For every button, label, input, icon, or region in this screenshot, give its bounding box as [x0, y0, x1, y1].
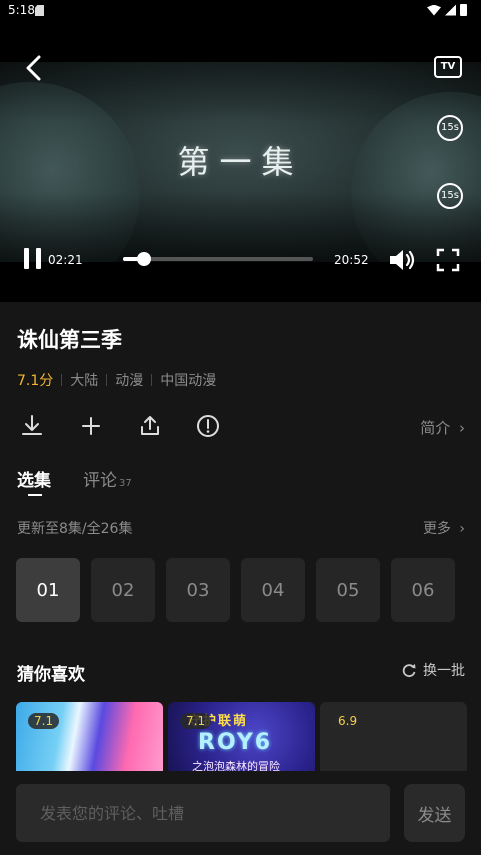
- tab-bar: 选集 评论 37: [17, 466, 164, 496]
- episode-button[interactable]: 02: [91, 558, 155, 622]
- send-button[interactable]: 发送: [404, 784, 465, 842]
- update-status: 更新至8集/全26集: [17, 521, 133, 537]
- total-time: 20:52: [334, 253, 369, 267]
- card-rating: 7.1: [28, 713, 60, 729]
- episode-title-overlay: 第一集: [177, 143, 304, 181]
- tab-comments[interactable]: 评论 37: [83, 466, 132, 491]
- comment-bar: 发送: [0, 771, 481, 855]
- tab-episodes[interactable]: 选集: [17, 466, 51, 496]
- episode-list: 01 02 03 04 05 06: [16, 558, 455, 622]
- show-meta: 7.1分 大陆 动漫 中国动漫: [17, 370, 216, 390]
- chevron-right-icon: ›: [459, 419, 465, 437]
- action-bar: 简介 ›: [0, 414, 481, 440]
- volume-icon[interactable]: [388, 248, 416, 272]
- status-bar: 5:18: [0, 0, 481, 24]
- more-episodes-button[interactable]: 更多 ›: [423, 518, 465, 538]
- recommend-card[interactable]: 7.1: [16, 702, 163, 782]
- comment-count: 37: [119, 478, 132, 489]
- poster-logo: ROY6: [198, 730, 273, 755]
- episode-button[interactable]: 05: [316, 558, 380, 622]
- pause-button[interactable]: [24, 248, 42, 270]
- show-title: 诛仙第三季: [17, 328, 122, 352]
- back-icon[interactable]: [22, 54, 46, 82]
- video-frame[interactable]: 第一集: [0, 62, 481, 262]
- refresh-icon: [402, 664, 416, 678]
- status-time: 5:18: [8, 3, 35, 17]
- sd-card-icon: [35, 5, 44, 16]
- recommend-list: 7.1 守护联萌 ROY6 之泡泡森林的冒险 7.1 6.9: [16, 702, 467, 782]
- battery-icon: [460, 4, 467, 16]
- episode-button[interactable]: 03: [166, 558, 230, 622]
- show-score: 7.1分: [17, 373, 54, 389]
- tv-cast-icon[interactable]: TV: [434, 56, 462, 78]
- tag-region[interactable]: 大陆: [70, 370, 98, 390]
- episode-button[interactable]: 06: [391, 558, 455, 622]
- chevron-right-icon: ›: [459, 521, 465, 537]
- intro-button[interactable]: 简介 ›: [420, 417, 465, 438]
- wifi-icon: [427, 4, 441, 16]
- report-icon[interactable]: [196, 414, 220, 438]
- card-rating: 6.9: [332, 713, 364, 729]
- progress-slider[interactable]: [123, 252, 313, 266]
- video-player[interactable]: 第一集 TV 15s 15s 02:21 20:52: [0, 24, 481, 302]
- episode-button[interactable]: 01: [16, 558, 80, 622]
- refresh-button[interactable]: 换一批: [401, 660, 465, 680]
- progress-handle[interactable]: [137, 252, 152, 266]
- signal-icon: [445, 4, 456, 16]
- skip-forward-15-icon[interactable]: 15s: [437, 183, 463, 209]
- recommend-title: 猜你喜欢: [17, 665, 85, 685]
- recommend-card[interactable]: 6.9: [320, 702, 467, 782]
- tag-category[interactable]: 中国动漫: [160, 370, 216, 390]
- add-icon[interactable]: [79, 414, 103, 438]
- status-icons: [427, 4, 467, 16]
- card-rating: 7.1: [180, 713, 212, 729]
- current-time: 02:21: [48, 253, 83, 267]
- tag-type[interactable]: 动漫: [115, 370, 143, 390]
- download-icon[interactable]: [20, 414, 44, 438]
- recommend-card[interactable]: 守护联萌 ROY6 之泡泡森林的冒险 7.1: [168, 702, 315, 782]
- episode-button[interactable]: 04: [241, 558, 305, 622]
- comment-input[interactable]: [16, 784, 390, 842]
- share-icon[interactable]: [138, 414, 162, 438]
- intro-label: 简介: [420, 419, 451, 437]
- skip-back-15-icon[interactable]: 15s: [437, 115, 463, 141]
- fullscreen-icon[interactable]: [436, 248, 460, 272]
